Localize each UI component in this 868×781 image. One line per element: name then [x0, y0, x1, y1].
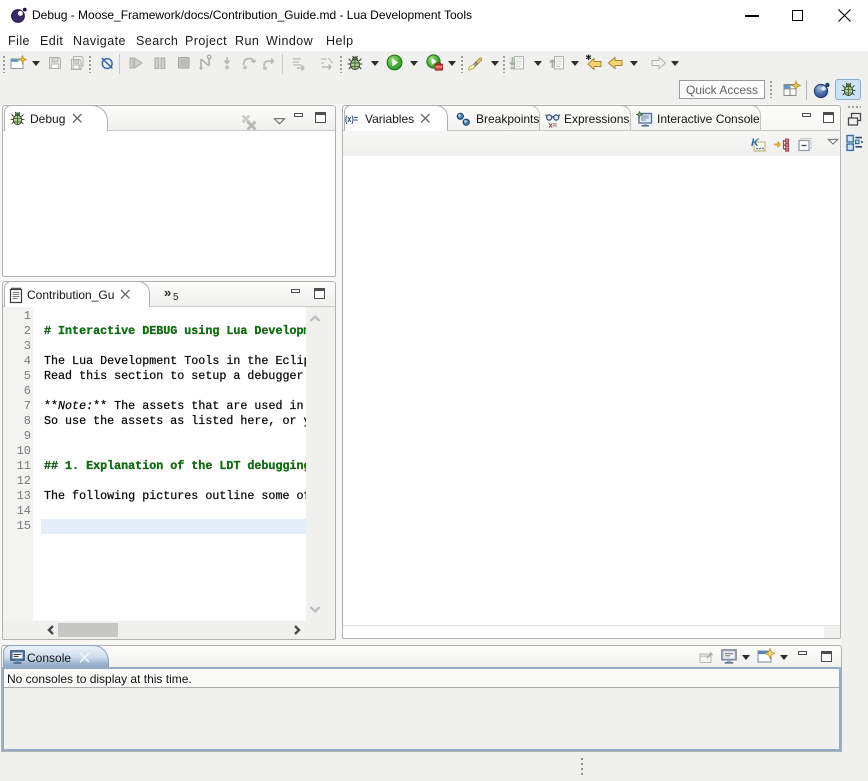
- svg-text:x=: x=: [549, 121, 558, 129]
- svg-text:K: K: [751, 137, 760, 149]
